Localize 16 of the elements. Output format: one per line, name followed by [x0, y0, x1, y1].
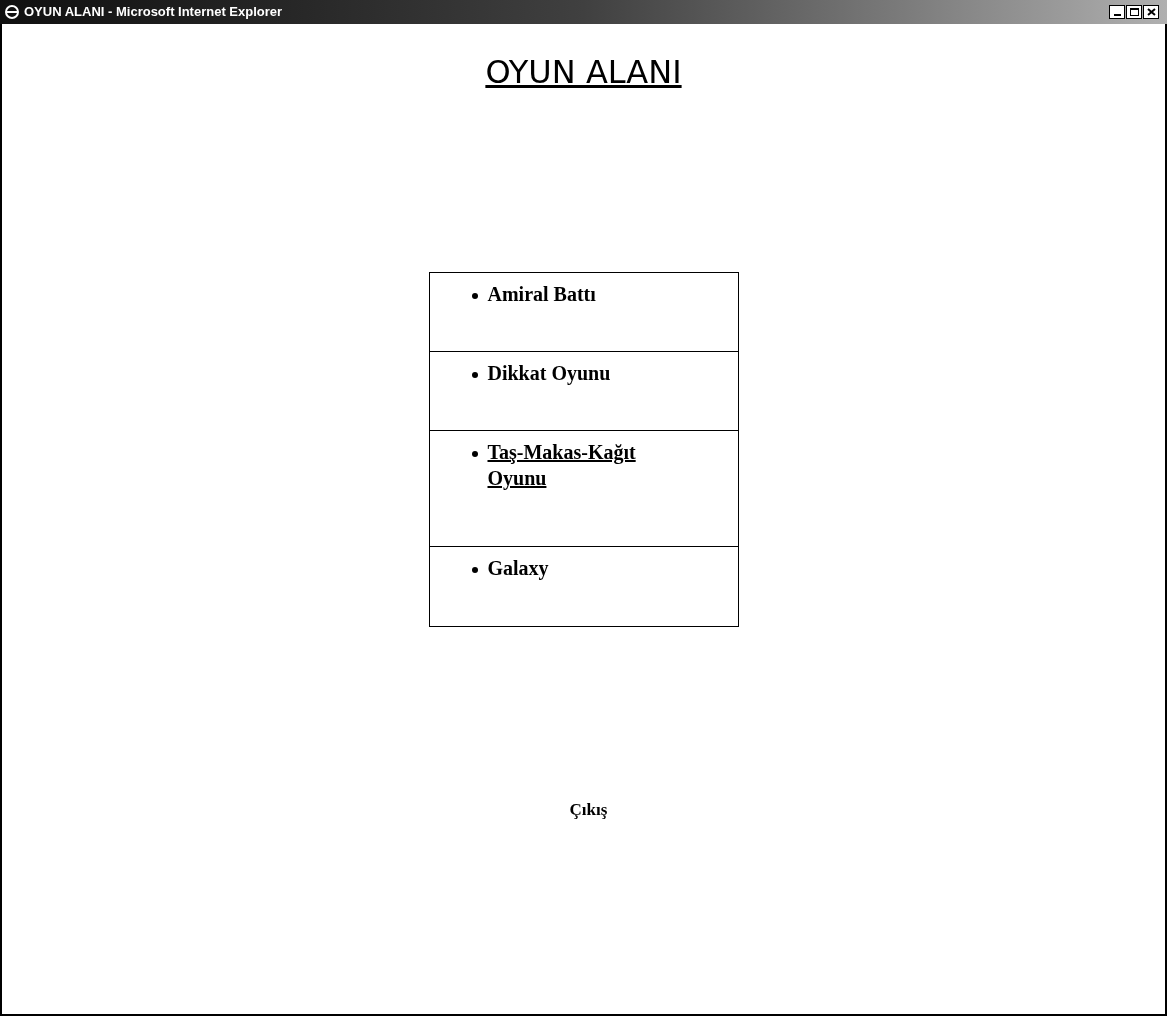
exit-link[interactable]: Çıkış	[569, 797, 608, 823]
close-icon	[1146, 8, 1156, 16]
close-button[interactable]	[1143, 5, 1159, 19]
minimize-button[interactable]	[1109, 5, 1125, 19]
maximize-button[interactable]	[1126, 5, 1142, 19]
browser-icon	[4, 4, 20, 20]
page-heading: OYUN ALANI	[485, 52, 682, 93]
game-link[interactable]: Taş-Makas-Kağıt Oyunu	[487, 439, 688, 491]
game-link[interactable]: Dikkat Oyunu	[487, 360, 688, 386]
window-title: OYUN ALANI - Microsoft Internet Explorer	[24, 3, 283, 22]
game-link[interactable]: Galaxy	[487, 555, 688, 581]
bullet-icon	[471, 451, 478, 457]
bullet-icon	[471, 567, 478, 573]
game-link[interactable]: Amiral Battı	[487, 281, 688, 307]
bullet-icon	[471, 293, 478, 299]
bullet-icon	[471, 372, 478, 378]
